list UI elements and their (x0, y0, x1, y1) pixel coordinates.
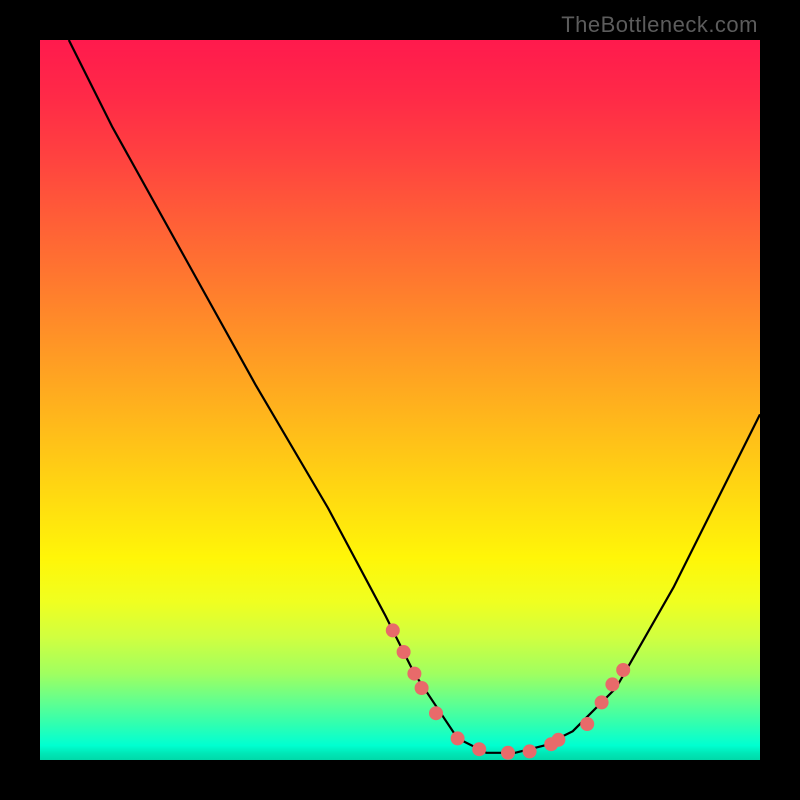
data-point (551, 733, 565, 747)
data-point (451, 731, 465, 745)
data-point (605, 677, 619, 691)
data-point (523, 744, 537, 758)
data-point (397, 645, 411, 659)
data-point (472, 742, 486, 756)
scatter-dots (386, 623, 630, 759)
data-point (429, 706, 443, 720)
data-point (407, 667, 421, 681)
plot-area (40, 40, 760, 760)
curve-line (69, 40, 760, 753)
data-point (595, 695, 609, 709)
data-point (415, 681, 429, 695)
bottleneck-curve (69, 40, 760, 753)
watermark-text: TheBottleneck.com (561, 12, 758, 38)
chart-container: TheBottleneck.com (0, 0, 800, 800)
data-point (501, 746, 515, 760)
data-point (386, 623, 400, 637)
plot-svg (40, 40, 760, 760)
data-point (580, 717, 594, 731)
data-point (616, 663, 630, 677)
